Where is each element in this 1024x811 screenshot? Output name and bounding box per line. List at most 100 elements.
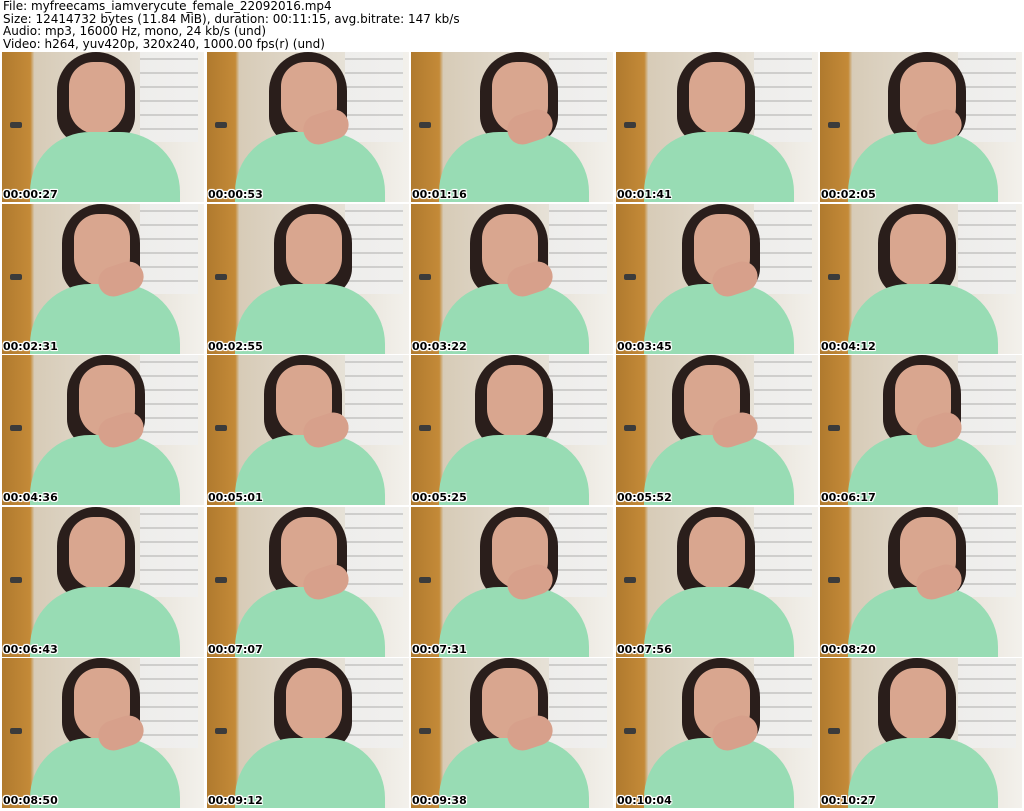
person-face: [890, 214, 946, 286]
video-thumbnail: 00:02:55: [207, 204, 409, 354]
door-handle: [624, 274, 636, 280]
person-face: [286, 214, 342, 286]
video-thumbnail: 00:04:12: [820, 204, 1022, 354]
kitchen-cabinet: [140, 355, 198, 445]
file-line: File: myfreecams_iamverycute_female_2209…: [3, 0, 332, 13]
thumbnail-grid: 00:00:27 00:00:53 00:01:16 00:01:41 00:02:05…: [2, 52, 1022, 809]
video-thumbnail: 00:00:27: [2, 52, 204, 202]
kitchen-cabinet: [958, 355, 1016, 445]
thumbnail-timestamp: 00:07:56: [617, 643, 672, 656]
kitchen-cabinet: [345, 52, 403, 142]
audio-line: Audio: mp3, 16000 Hz, mono, 24 kb/s (und…: [3, 24, 267, 39]
thumbnail-timestamp: 00:02:55: [208, 340, 263, 353]
person-face: [487, 365, 543, 437]
video-thumbnail: 00:03:45: [616, 204, 818, 354]
thumbnail-timestamp: 00:04:12: [821, 340, 876, 353]
video-thumbnail: 00:07:07: [207, 507, 409, 657]
kitchen-cabinet: [345, 507, 403, 597]
kitchen-cabinet: [754, 355, 812, 445]
video-thumbnail: 00:07:56: [616, 507, 818, 657]
thumbnail-timestamp: 00:09:38: [412, 794, 467, 807]
door-handle: [828, 274, 840, 280]
door-handle: [215, 728, 227, 734]
thumbnail-timestamp: 00:10:04: [617, 794, 672, 807]
video-thumbnail: 00:07:31: [411, 507, 613, 657]
person-face: [286, 668, 342, 740]
video-thumbnail: 00:03:22: [411, 204, 613, 354]
kitchen-cabinet: [958, 52, 1016, 142]
thumbnail-timestamp: 00:02:05: [821, 188, 876, 201]
kitchen-cabinet: [958, 204, 1016, 294]
video-thumbnail: 00:08:20: [820, 507, 1022, 657]
person-face: [890, 668, 946, 740]
door-handle: [624, 728, 636, 734]
video-thumbnail: 00:10:04: [616, 658, 818, 808]
kitchen-cabinet: [549, 204, 607, 294]
kitchen-cabinet: [345, 658, 403, 748]
kitchen-cabinet: [345, 204, 403, 294]
video-thumbnail: 00:08:50: [2, 658, 204, 808]
door-handle: [215, 122, 227, 128]
door-handle: [10, 274, 22, 280]
video-thumbnail: 00:09:38: [411, 658, 613, 808]
thumbnail-timestamp: 00:00:53: [208, 188, 263, 201]
video-thumbnail: 00:00:53: [207, 52, 409, 202]
door-handle: [419, 728, 431, 734]
door-handle: [215, 274, 227, 280]
video-thumbnail: 00:05:52: [616, 355, 818, 505]
video-line: Video: h264, yuv420p, 320x240, 1000.00 f…: [3, 36, 325, 51]
video-thumbnail: 00:09:12: [207, 658, 409, 808]
video-thumbnail: 00:02:31: [2, 204, 204, 354]
door-handle: [419, 425, 431, 431]
kitchen-cabinet: [140, 204, 198, 294]
thumbnail-timestamp: 00:05:52: [617, 491, 672, 504]
thumbnail-timestamp: 00:08:20: [821, 643, 876, 656]
door-handle: [828, 728, 840, 734]
kitchen-cabinet: [754, 507, 812, 597]
kitchen-cabinet: [140, 658, 198, 748]
thumbnail-timestamp: 00:03:45: [617, 340, 672, 353]
thumbnail-timestamp: 00:07:07: [208, 643, 263, 656]
door-handle: [419, 122, 431, 128]
kitchen-cabinet: [549, 355, 607, 445]
kitchen-cabinet: [345, 355, 403, 445]
thumbnail-timestamp: 00:06:17: [821, 491, 876, 504]
thumbnail-timestamp: 00:03:22: [412, 340, 467, 353]
thumbnail-timestamp: 00:10:27: [821, 794, 876, 807]
video-thumbnail: 00:05:01: [207, 355, 409, 505]
person-face: [689, 517, 745, 589]
door-handle: [215, 425, 227, 431]
door-handle: [828, 577, 840, 583]
kitchen-cabinet: [754, 204, 812, 294]
kitchen-cabinet: [958, 658, 1016, 748]
kitchen-cabinet: [549, 658, 607, 748]
thumbnail-timestamp: 00:01:41: [617, 188, 672, 201]
thumbnail-timestamp: 00:09:12: [208, 794, 263, 807]
video-thumbnail: 00:04:36: [2, 355, 204, 505]
door-handle: [624, 122, 636, 128]
door-handle: [624, 577, 636, 583]
person-face: [689, 62, 745, 134]
door-handle: [10, 728, 22, 734]
video-thumbnail: 00:06:43: [2, 507, 204, 657]
video-thumbnail: 00:06:17: [820, 355, 1022, 505]
door-handle: [10, 122, 22, 128]
thumbnail-timestamp: 00:01:16: [412, 188, 467, 201]
kitchen-cabinet: [754, 658, 812, 748]
door-handle: [215, 577, 227, 583]
thumbnail-timestamp: 00:02:31: [3, 340, 58, 353]
thumbnail-timestamp: 00:04:36: [3, 491, 58, 504]
kitchen-cabinet: [140, 52, 198, 142]
door-handle: [10, 425, 22, 431]
kitchen-cabinet: [754, 52, 812, 142]
info-header: File: myfreecams_iamverycute_female_2209…: [3, 0, 1021, 50]
thumbnail-timestamp: 00:08:50: [3, 794, 58, 807]
thumbnail-timestamp: 00:07:31: [412, 643, 467, 656]
kitchen-cabinet: [958, 507, 1016, 597]
person-face: [69, 517, 125, 589]
kitchen-cabinet: [140, 507, 198, 597]
thumbnail-timestamp: 00:05:25: [412, 491, 467, 504]
door-handle: [419, 274, 431, 280]
video-thumbnail: 00:05:25: [411, 355, 613, 505]
door-handle: [624, 425, 636, 431]
